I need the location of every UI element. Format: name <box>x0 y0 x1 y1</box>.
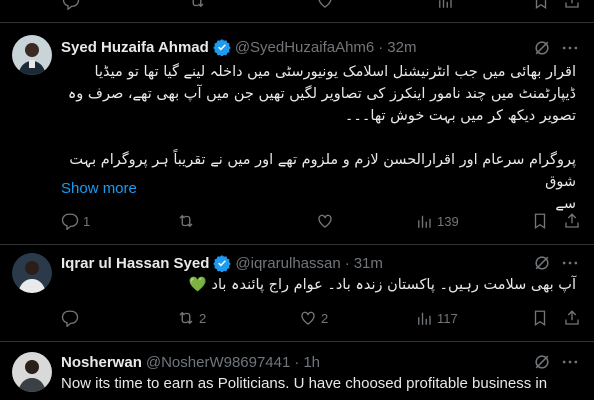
like-button[interactable] <box>316 212 338 230</box>
display-name[interactable]: Syed Huzaifa Ahmad <box>61 39 209 56</box>
grok-icon[interactable] <box>532 38 552 58</box>
action-bar: 2 2 117 <box>61 309 581 329</box>
views-icon <box>418 312 431 325</box>
repost-count: 2 <box>199 310 207 326</box>
previous-tweet-actions <box>0 0 594 20</box>
verified-badge-icon <box>213 38 231 56</box>
view-count: 139 <box>437 213 459 229</box>
timestamp[interactable]: 31m <box>354 255 383 272</box>
repost-button[interactable]: 2 <box>177 309 206 327</box>
view-count: 117 <box>437 310 458 326</box>
action-bar: 1 139 <box>61 212 581 232</box>
text-line: تصویر دیکھ کر میں بہت خوش تھا۔۔۔ <box>344 108 576 124</box>
like-icon <box>318 214 332 228</box>
text-line: آپ بھی سلامت رہیں۔ پاکستان زندہ باد۔ عوا… <box>188 277 576 293</box>
show-more-link[interactable]: Show more <box>61 180 137 197</box>
separator-dot: · <box>344 254 350 272</box>
bookmark-icon <box>534 213 546 230</box>
text-line <box>61 127 576 149</box>
avatar[interactable] <box>12 35 52 75</box>
bookmark-icon <box>534 310 546 327</box>
more-options-icon[interactable] <box>560 352 580 372</box>
tweet[interactable]: Iqrar ul Hassan Syed @iqrarulhassan · 31… <box>0 243 594 342</box>
repost-icon[interactable] <box>188 0 208 12</box>
user-handle[interactable]: @SyedHuzaifaAhm6 <box>235 39 374 56</box>
display-name[interactable]: Nosherwan <box>61 354 142 371</box>
grok-icon[interactable] <box>532 253 552 273</box>
timestamp[interactable]: 32m <box>387 39 416 56</box>
reply-button[interactable] <box>61 309 83 327</box>
views-icon[interactable] <box>436 0 456 12</box>
separator-dot: · <box>378 38 384 56</box>
more-options-icon[interactable] <box>560 253 580 273</box>
reply-button[interactable]: 1 <box>61 212 90 230</box>
reply-icon <box>61 213 79 230</box>
reply-icon[interactable] <box>62 0 82 12</box>
share-button[interactable] <box>563 309 581 327</box>
like-icon[interactable] <box>316 0 336 12</box>
grok-icon[interactable] <box>532 352 552 372</box>
tweet-header: Iqrar ul Hassan Syed @iqrarulhassan · 31… <box>61 253 383 273</box>
bookmark-button[interactable] <box>531 212 549 230</box>
like-button[interactable]: 2 <box>299 309 328 327</box>
text-line: پروگرام سرعام اور اقرارالحسن لازم و ملزو… <box>69 152 576 190</box>
share-icon <box>565 310 579 325</box>
views-button[interactable]: 117 <box>415 309 458 327</box>
share-icon <box>565 213 579 228</box>
repost-icon <box>179 311 193 325</box>
tweet-header: Syed Huzaifa Ahmad @SyedHuzaifaAhm6 · 32… <box>61 37 416 57</box>
like-icon <box>301 311 315 325</box>
tweet[interactable]: Syed Huzaifa Ahmad @SyedHuzaifaAhm6 · 32… <box>0 22 594 245</box>
text-line: ڈیپارٹمنٹ میں چند نامور اینکرز کی تصاویر… <box>67 86 576 102</box>
user-handle[interactable]: @iqrarulhassan <box>235 255 340 272</box>
share-button[interactable] <box>563 212 581 230</box>
text-line: اقرار بھائی میں جب انٹرنیشنل اسلامک یونی… <box>94 64 576 80</box>
reply-count: 1 <box>83 213 91 229</box>
share-icon[interactable] <box>563 0 583 12</box>
display-name[interactable]: Iqrar ul Hassan Syed <box>61 255 209 272</box>
bookmark-icon[interactable] <box>532 0 552 12</box>
timestamp[interactable]: 1h <box>303 354 320 371</box>
more-options-icon[interactable] <box>560 38 580 58</box>
like-count: 2 <box>321 310 329 326</box>
tweet[interactable]: Nosherwan @NosherW98697441 · 1h Now its … <box>0 342 594 400</box>
reply-icon <box>61 310 79 327</box>
views-button[interactable]: 139 <box>415 212 459 230</box>
avatar[interactable] <box>12 352 52 392</box>
verified-badge-icon <box>213 254 232 272</box>
tweet-header: Nosherwan @NosherW98697441 · 1h <box>61 352 320 372</box>
views-icon <box>418 215 431 228</box>
user-handle[interactable]: @NosherW98697441 <box>146 354 290 371</box>
tweet-text: آپ بھی سلامت رہیں۔ پاکستان زندہ باد۔ عوا… <box>61 274 576 296</box>
repost-button[interactable] <box>177 212 199 230</box>
tweet-text: Now its time to earn as Politicians. U h… <box>61 375 548 392</box>
separator-dot: · <box>294 353 300 371</box>
avatar[interactable] <box>12 253 52 293</box>
bookmark-button[interactable] <box>531 309 549 327</box>
repost-icon <box>179 214 193 228</box>
tweet-text: اقرار بھائی میں جب انٹرنیشنل اسلامک یونی… <box>61 61 576 215</box>
